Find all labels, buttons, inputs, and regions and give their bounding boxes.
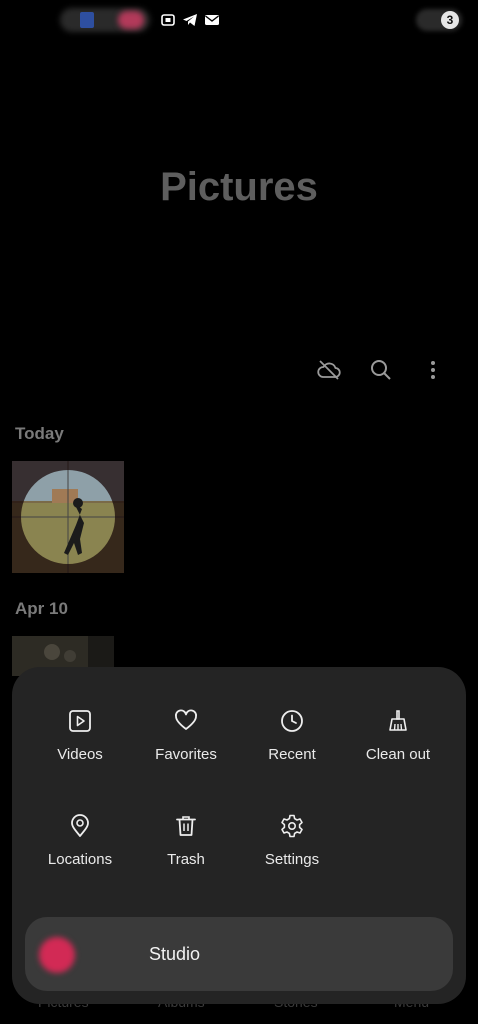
cloud-off-icon <box>317 360 341 380</box>
menu-item-recent[interactable]: Recent <box>239 708 345 763</box>
mail-icon <box>205 15 219 25</box>
cloud-sync-button[interactable] <box>314 355 344 385</box>
menu-item-settings[interactable]: Settings <box>239 813 345 868</box>
photo-thumbnail[interactable] <box>12 461 124 573</box>
location-pin-icon <box>67 813 93 839</box>
menu-item-locations[interactable]: Locations <box>27 813 133 868</box>
studio-label: Studio <box>149 944 201 964</box>
toolbar <box>314 355 448 385</box>
video-icon <box>67 708 93 734</box>
broom-icon <box>385 708 411 734</box>
status-bar: 3 <box>0 8 478 34</box>
menu-item-label: Locations <box>47 851 113 868</box>
menu-item-label: Recent <box>268 746 316 763</box>
battery-indicator: 3 <box>441 11 459 29</box>
menu-item-label: Favorites <box>155 746 217 763</box>
menu-item-clean-out[interactable]: Clean out <box>345 708 451 763</box>
gear-icon <box>279 813 305 839</box>
notification-icon-blurred <box>118 11 144 29</box>
app-notification-icon <box>80 12 94 28</box>
menu-item-label: Settings <box>264 851 320 868</box>
section-date-apr-10: Apr 10 <box>15 599 68 618</box>
clock-icon <box>279 708 305 734</box>
more-vertical-icon <box>431 361 435 379</box>
trash-icon <box>173 813 199 839</box>
photo-image <box>12 461 124 573</box>
menu-item-videos[interactable]: Videos <box>27 708 133 763</box>
studio-button[interactable]: Studio <box>25 917 453 991</box>
search-icon <box>371 360 391 380</box>
menu-item-label: Clean out <box>365 746 431 763</box>
section-date-today: Today <box>15 424 64 443</box>
search-button[interactable] <box>366 355 396 385</box>
studio-thumbnail <box>39 937 75 973</box>
page-title: Pictures <box>160 165 318 209</box>
more-options-button[interactable] <box>418 355 448 385</box>
screenshot-icon <box>161 14 175 26</box>
status-icons <box>160 12 220 28</box>
menu-item-label: Videos <box>57 746 103 763</box>
menu-item-trash[interactable]: Trash <box>133 813 239 868</box>
telegram-icon <box>183 14 197 26</box>
menu-item-label: Trash <box>167 851 205 868</box>
menu-item-favorites[interactable]: Favorites <box>133 708 239 763</box>
heart-icon <box>173 708 199 734</box>
